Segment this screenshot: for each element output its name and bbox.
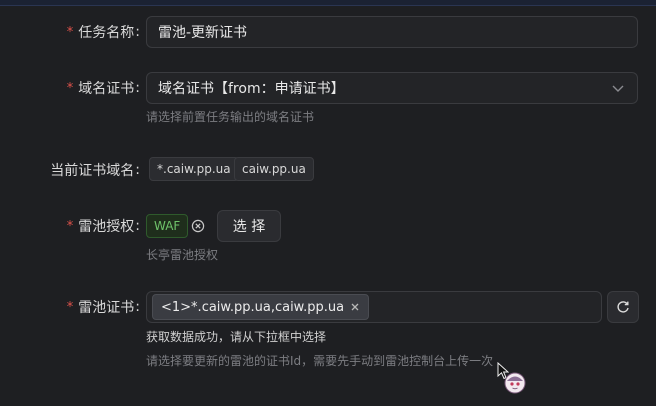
domain-cert-help: 请选择前置任务输出的域名证书	[146, 110, 315, 124]
required-mark: *	[66, 24, 74, 40]
domain-cert-label: * 域名证书:	[66, 80, 140, 97]
selected-cert-tag: <1>*.caiw.pp.ua,caiw.pp.ua	[152, 294, 370, 320]
sticker-icon	[504, 372, 526, 394]
current-domains-label: 当前证书域名:	[50, 162, 140, 179]
chevron-down-icon	[612, 85, 624, 92]
safeline-cert-label: * 雷池证书:	[66, 299, 140, 316]
required-mark: *	[66, 80, 74, 96]
domain-cert-value: 域名证书【from：申请证书】	[158, 81, 345, 97]
select-auth-button[interactable]: 选 择	[217, 210, 281, 242]
refresh-button[interactable]	[607, 291, 639, 323]
top-border	[0, 0, 656, 6]
required-mark: *	[66, 299, 74, 315]
task-name-label: * 任务名称:	[66, 24, 140, 41]
safeline-auth-help: 长亭雷池授权	[146, 248, 219, 262]
safeline-cert-success: 获取数据成功，请从下拉框中选择	[146, 330, 327, 344]
required-mark: *	[66, 218, 74, 234]
refresh-icon	[617, 301, 629, 313]
domain-tag: caiw.pp.ua	[234, 157, 314, 181]
close-icon[interactable]	[350, 302, 360, 312]
task-name-input[interactable]: 雷池-更新证书	[146, 16, 638, 48]
safeline-auth-label: * 雷池授权:	[66, 218, 140, 235]
safeline-cert-help: 请选择要更新的雷池的证书Id，需要先手动到雷池控制台上传一次	[146, 354, 494, 368]
task-name-value: 雷池-更新证书	[158, 25, 248, 41]
close-circle-icon[interactable]	[191, 219, 205, 233]
domain-cert-select[interactable]: 域名证书【from：申请证书】	[146, 72, 638, 104]
domain-tag: *.caiw.pp.ua	[149, 157, 239, 181]
waf-tag: WAF	[146, 214, 189, 238]
